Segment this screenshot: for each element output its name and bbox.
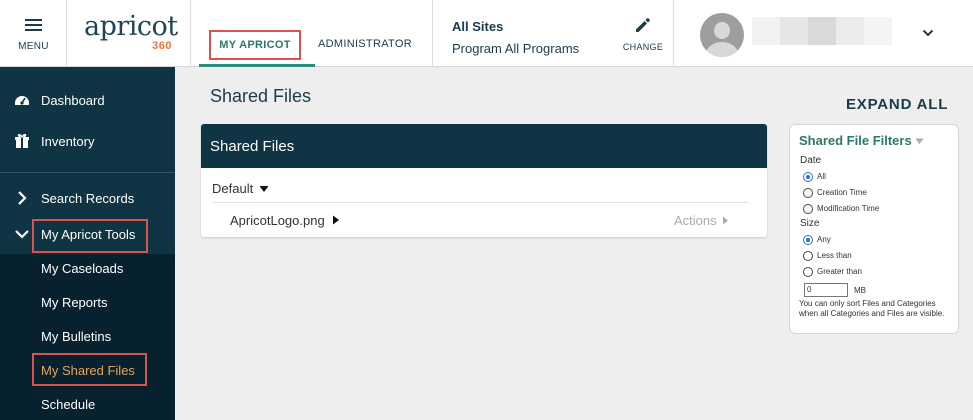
radio-label: Greater than [817,267,862,276]
radio-label: Any [817,235,831,244]
category-default[interactable]: Default [212,181,269,196]
sidebar-item-dashboard[interactable]: Dashboard [0,84,175,118]
sidebar-item-label: My Bulletins [41,329,112,344]
divider [432,0,433,67]
apricot-logo[interactable]: apricot 360 [84,11,178,56]
user-name-redacted [752,17,892,45]
caret-right-icon [333,215,340,225]
change-label: CHANGE [622,42,664,52]
logo-word: apricot [84,11,178,42]
caret-right-icon [723,216,729,225]
radio-label: Modification Time [817,204,880,213]
file-name: ApricotLogo.png [230,213,325,228]
radio-label: Creation Time [817,188,867,197]
tab-administrator[interactable]: ADMINISTRATOR [318,38,412,50]
avatar[interactable] [700,13,744,57]
pencil-icon [636,18,650,32]
expand-all-button[interactable]: EXPAND ALL [846,96,948,113]
highlight-box [32,219,148,253]
sidebar-item-label: Schedule [41,397,96,412]
active-tab-underline [199,64,315,67]
sidebar: Dashboard Inventory Search Records My Ap… [0,67,175,420]
radio-checked [803,235,813,245]
shared-files-panel: Shared Files Default ApricotLogo.png Act… [201,124,767,237]
divider [673,0,674,67]
radio-label: All [817,172,826,181]
size-value-input[interactable]: 0 [804,283,848,297]
user-menu-chevron-icon[interactable] [922,28,934,38]
sidebar-item-inventory[interactable]: Inventory [0,125,175,159]
inventory-icon [15,133,29,148]
change-button[interactable]: CHANGE [620,14,666,56]
tab-my-apricot[interactable]: MY APRICOT [209,30,301,60]
radio-checked [803,172,813,182]
menu-label: MENU [18,41,49,52]
menu-button[interactable]: MENU [0,0,67,67]
radio-unchecked [803,267,813,277]
divider [190,0,191,67]
dashboard-icon [15,96,29,105]
radio-unchecked [803,204,813,214]
sidebar-item-my-bulletins[interactable]: My Bulletins [0,320,175,354]
page-title: Shared Files [210,86,312,106]
sidebar-item-my-reports[interactable]: My Reports [0,286,175,320]
sort-note: You can only sort Files and Categories w… [799,299,945,318]
panel-header: Shared Files [201,124,767,168]
file-item[interactable]: ApricotLogo.png [230,213,340,228]
actions-menu[interactable]: Actions [674,213,729,228]
top-bar: MENU apricot 360 MY APRICOT ADMINISTRATO… [0,0,973,67]
caret-down-icon [259,186,269,192]
filters-title[interactable]: Shared File Filters [799,133,924,148]
hamburger-icon [25,19,42,31]
sidebar-item-search-records[interactable]: Search Records [0,182,175,216]
sidebar-item-label: My Caseloads [41,261,124,276]
sidebar-divider [0,172,175,173]
sidebar-item-label: Dashboard [41,93,105,108]
date-label: Date [800,155,822,166]
sidebar-item-schedule[interactable]: Schedule [0,388,175,420]
logo-number: 360 [152,40,172,52]
category-label: Default [212,181,254,196]
site-title: All Sites [452,19,504,34]
highlight-box [32,353,147,386]
sidebar-item-label: Inventory [41,134,95,149]
size-label: Size [800,218,820,229]
chevron-down-icon [15,230,29,239]
radio-unchecked [803,251,813,261]
caret-down-icon [915,138,924,144]
radio-label: Less than [817,251,852,260]
size-unit-label: MB [854,286,866,295]
radio-unchecked [803,188,813,198]
sidebar-item-label: My Reports [41,295,108,310]
shared-file-filters: Shared File Filters Date All Creation Ti… [789,124,959,334]
filters-title-label: Shared File Filters [799,133,912,148]
site-program: Program All Programs [452,41,580,56]
divider [212,202,749,203]
sidebar-item-label: Search Records [41,191,135,206]
actions-label: Actions [674,213,717,228]
sidebar-item-my-caseloads[interactable]: My Caseloads [0,252,175,286]
chevron-right-icon [18,191,27,205]
